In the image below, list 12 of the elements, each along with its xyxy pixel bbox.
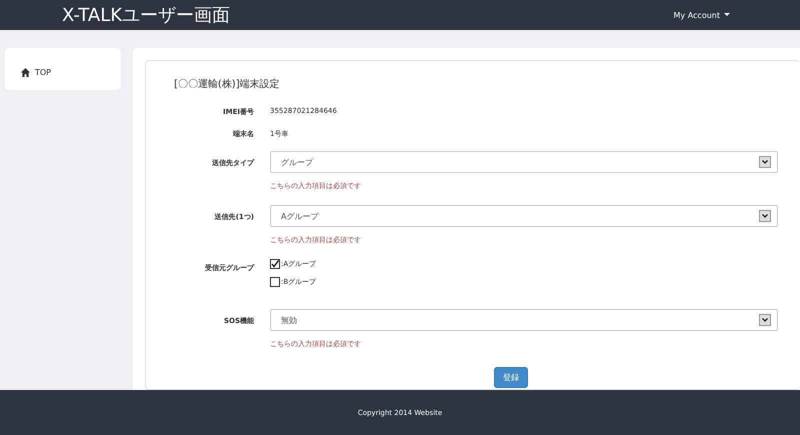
app-title: X-TALKユーザー画面 — [62, 4, 230, 27]
checkbox[interactable] — [270, 277, 280, 287]
account-menu[interactable]: My Account — [674, 10, 730, 20]
checkbox[interactable] — [270, 259, 280, 269]
caret-icon — [724, 13, 730, 17]
select-field[interactable]: グループ — [270, 151, 778, 173]
register-button[interactable]: 登録 — [494, 367, 528, 388]
home-icon — [21, 68, 30, 77]
select-field[interactable]: Aグループ — [270, 205, 778, 227]
form-title: [〇〇運輸(株)]端末設定 — [174, 78, 281, 91]
sidebar-item[interactable]: TOP — [19, 67, 54, 78]
select-field[interactable]: 無効 — [270, 309, 778, 331]
